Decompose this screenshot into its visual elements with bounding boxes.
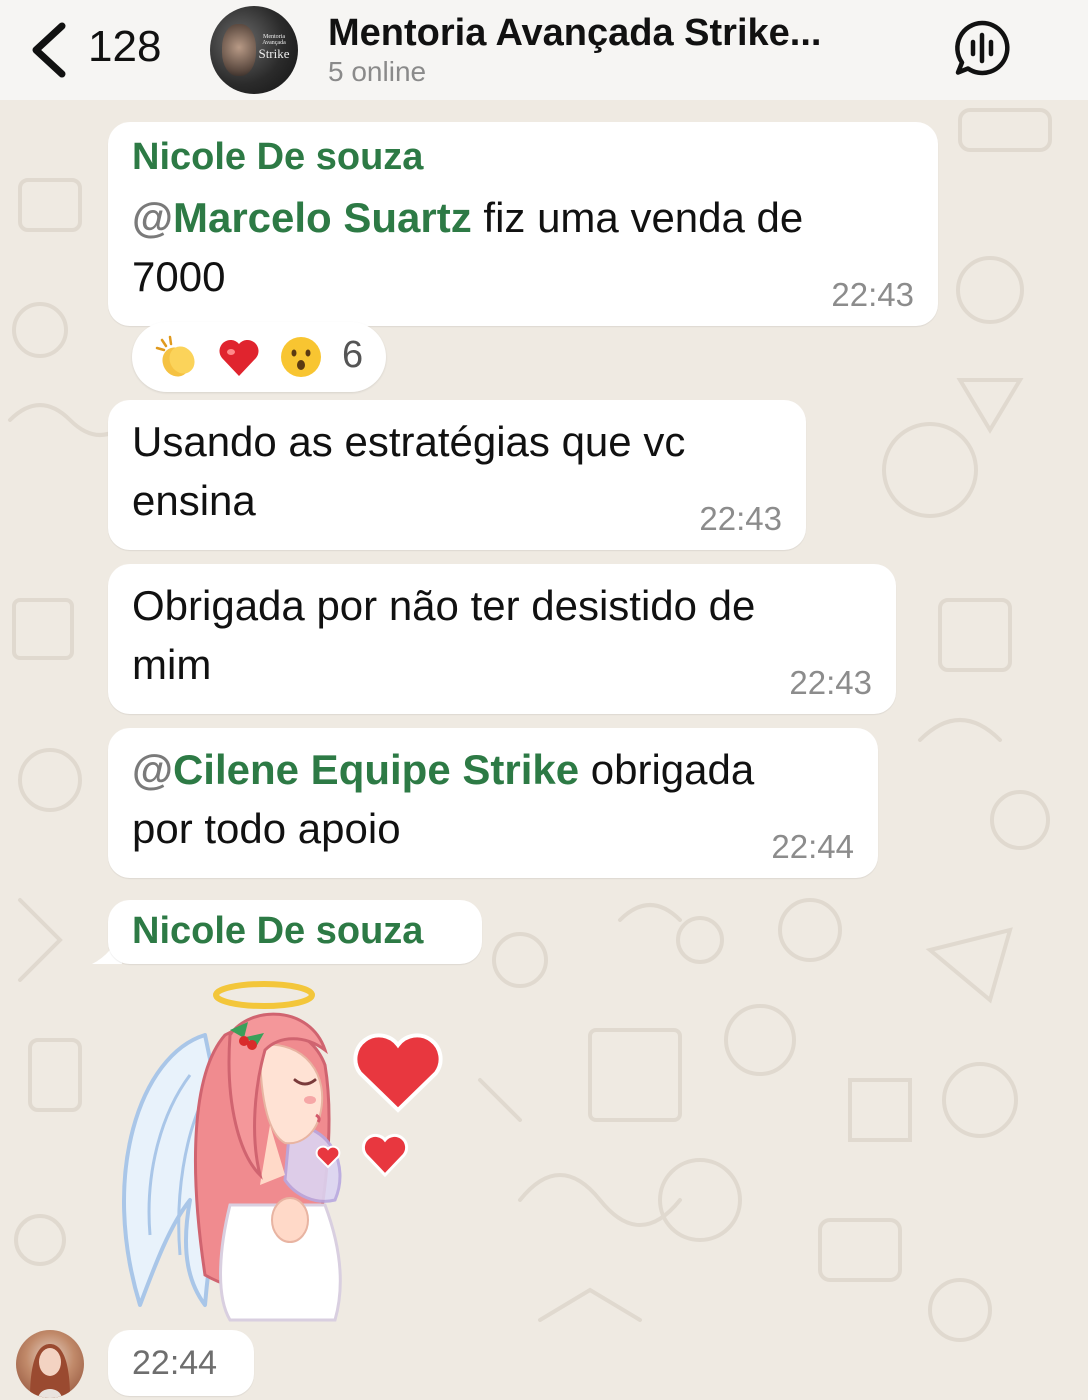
- message-text-line: Obrigada por não ter desistido de: [132, 582, 756, 629]
- back-chevron-icon[interactable]: [22, 18, 82, 82]
- chat-header: 128 Mentoria Avançada Strike Mentoria Av…: [0, 0, 1088, 100]
- astonished-face-icon: [281, 337, 321, 377]
- sticker-time-bubble: 22:44: [108, 1330, 254, 1396]
- group-name[interactable]: Mentoria Avançada Strike...: [328, 12, 821, 55]
- mention-link[interactable]: Cilene Equipe Strike: [173, 746, 579, 793]
- message-text-part: obrigada: [579, 746, 755, 793]
- message-text-part: fiz uma venda de: [471, 194, 804, 241]
- message-bubble[interactable]: Usando as estratégias que vc ensina 22:4…: [108, 400, 806, 550]
- sender-name[interactable]: Nicole De souza: [132, 910, 423, 953]
- reaction-count: 6: [342, 334, 364, 376]
- angel-girl-hearts-sticker[interactable]: [110, 975, 455, 1325]
- sender-label-bubble[interactable]: Nicole De souza: [108, 900, 482, 964]
- message-text-line: 7000: [132, 253, 226, 300]
- message-time: 22:43: [831, 276, 914, 313]
- message-text-line: por todo apoio: [132, 805, 401, 852]
- message-text: Usando as estratégias que vc ensina: [132, 412, 685, 530]
- clapping-hands-icon: [155, 335, 195, 377]
- message-time: 22:44: [132, 1344, 218, 1382]
- message-bubble[interactable]: @Cilene Equipe Strike obrigada por todo …: [108, 728, 878, 878]
- mention-at-sign: @: [132, 194, 173, 241]
- avatar-person-image: [222, 24, 256, 76]
- message-text: Obrigada por não ter desistido de mim: [132, 576, 755, 694]
- message-bubble[interactable]: Obrigada por não ter desistido de mim 22…: [108, 564, 896, 714]
- message-text: @Marcelo Suartz fiz uma venda de 7000: [132, 188, 922, 306]
- message-bubble[interactable]: Nicole De souza @Marcelo Suartz fiz uma …: [108, 122, 938, 326]
- message-time: 22:43: [789, 664, 872, 701]
- message-time: 22:43: [699, 500, 782, 537]
- message-text: @Cilene Equipe Strike obrigada por todo …: [132, 740, 754, 858]
- mention-link[interactable]: Marcelo Suartz: [173, 194, 472, 241]
- message-text-line: ensina: [132, 477, 256, 524]
- unread-count[interactable]: 128: [88, 22, 161, 72]
- red-heart-icon: [219, 339, 259, 376]
- message-time: 22:44: [771, 828, 854, 865]
- reactions-bar[interactable]: 6: [132, 322, 386, 392]
- group-avatar[interactable]: Mentoria Avançada Strike: [210, 6, 298, 94]
- voice-chat-icon[interactable]: [952, 18, 1012, 78]
- message-text-line: Usando as estratégias que vc: [132, 418, 686, 465]
- online-status: 5 online: [328, 56, 427, 87]
- sender-name[interactable]: Nicole De souza: [132, 136, 423, 179]
- message-text-line: mim: [132, 641, 212, 688]
- sender-avatar[interactable]: [16, 1330, 84, 1398]
- avatar-brand-text: Mentoria Avançada Strike: [258, 34, 290, 61]
- mention-at-sign: @: [132, 746, 173, 793]
